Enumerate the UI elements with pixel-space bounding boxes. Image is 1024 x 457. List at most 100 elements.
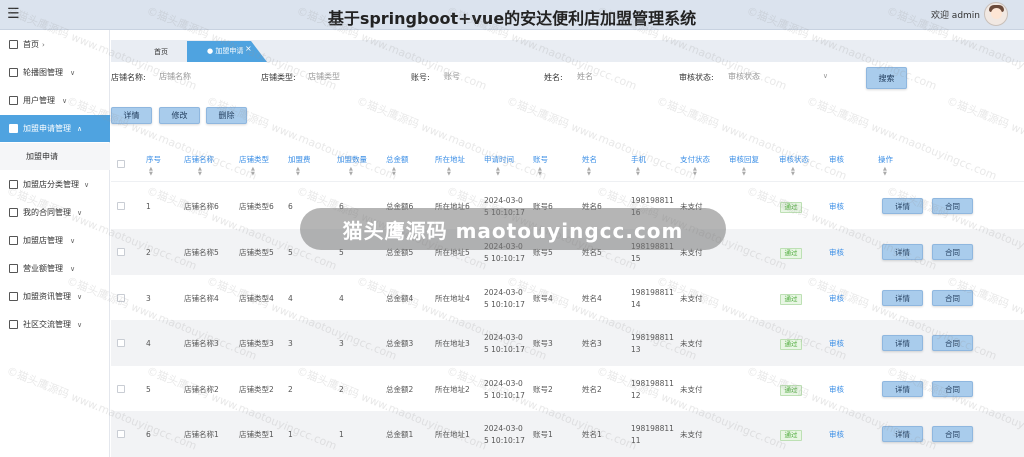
row-detail-button[interactable]: 详情 — [882, 381, 923, 397]
col-fee[interactable]: 加盟费 — [288, 155, 311, 165]
table-row[interactable]: 5 店铺名称2 店铺类型2 2 2 总金额2 所在地址2 2024-03-0 5 10:10:1… — [111, 366, 1024, 412]
table-row[interactable]: 4 店铺名称3 店铺类型3 3 3 总金额3 所在地址3 2024-03-0 5 10:10:1… — [111, 320, 1024, 366]
store-name-input[interactable] — [159, 68, 259, 85]
sidebar-item-revenue[interactable]: 营业额管理 ∨ — [0, 255, 110, 282]
status-select[interactable]: 审核状态 ∨ — [728, 68, 830, 85]
row-detail-button[interactable]: 详情 — [882, 198, 923, 214]
sidebar-item-community[interactable]: 社区交流管理 ∨ — [0, 311, 110, 338]
sidebar: 首页 › 轮播图管理 ∨ 用户管理 ∨ 加盟申请管理 ∧ 加盟申请 加盟店分类管理 ∨ 我… — [0, 30, 110, 457]
sort-icon[interactable]: ▲ ▼ — [149, 167, 153, 177]
delete-button[interactable]: 删除 — [206, 107, 247, 124]
cell-apply-time: 5 10:10:17 — [484, 345, 525, 354]
cell-total: 总金额1 — [386, 430, 414, 439]
row-contract-button[interactable]: 合同 — [932, 381, 973, 397]
row-detail-button[interactable]: 详情 — [882, 426, 923, 442]
sort-icon[interactable]: ▲ ▼ — [496, 167, 500, 177]
sidebar-item-contracts[interactable]: 我的合同管理 ∨ — [0, 199, 110, 226]
chevron-down-icon: ∨ — [70, 264, 76, 273]
col-no[interactable]: 序号 — [146, 155, 161, 165]
detail-button[interactable]: 详情 — [111, 107, 152, 124]
cell-account: 账号2 — [533, 385, 553, 394]
cell-account: 账号3 — [533, 339, 553, 348]
select-all-checkbox[interactable] — [117, 160, 125, 168]
row-contract-button[interactable]: 合同 — [932, 290, 973, 306]
col-name[interactable]: 姓名 — [582, 155, 597, 165]
row-contract-button[interactable]: 合同 — [932, 198, 973, 214]
cell-phone: 11 — [631, 436, 641, 445]
sort-icon[interactable]: ▲ ▼ — [296, 167, 300, 177]
app-title: 基于springboot+vue的安达便利店加盟管理系统 — [327, 9, 697, 28]
sidebar-item-stores[interactable]: 加盟店管理 ∨ — [0, 227, 110, 254]
col-phone[interactable]: 手机 — [631, 155, 646, 165]
sort-icon[interactable]: ▲ ▼ — [742, 167, 746, 177]
table-row[interactable]: 3 店铺名称4 店铺类型4 4 4 总金额4 所在地址4 2024-03-0 5 10:10:1… — [111, 275, 1024, 321]
sidebar-item-news[interactable]: 加盟资讯管理 ∨ — [0, 283, 110, 310]
row-detail-button[interactable]: 详情 — [882, 335, 923, 351]
cell-address: 所在地址4 — [435, 294, 470, 303]
row-detail-button[interactable]: 详情 — [882, 290, 923, 306]
row-checkbox[interactable] — [117, 385, 125, 393]
row-checkbox[interactable] — [117, 430, 125, 438]
sort-icon[interactable]: ▲ ▼ — [349, 167, 353, 177]
row-detail-button[interactable]: 详情 — [882, 244, 923, 260]
review-link[interactable]: 审核 — [829, 338, 844, 349]
review-link[interactable]: 审核 — [829, 201, 844, 212]
col-review-reply[interactable]: 审核回复 — [729, 155, 759, 165]
row-checkbox[interactable] — [117, 248, 125, 256]
review-link[interactable]: 审核 — [829, 384, 844, 395]
sort-icon[interactable]: ▲ ▼ — [251, 167, 255, 177]
store-type-input[interactable] — [308, 68, 408, 85]
review-link[interactable]: 审核 — [829, 429, 844, 440]
sort-icon[interactable]: ▲ ▼ — [791, 167, 795, 177]
cell-apply-time: 5 10:10:17 — [484, 391, 525, 400]
sort-icon[interactable]: ▲ ▼ — [392, 167, 396, 177]
col-address[interactable]: 所在地址 — [435, 155, 465, 165]
row-contract-button[interactable]: 合同 — [932, 426, 973, 442]
review-link[interactable]: 审核 — [829, 293, 844, 304]
row-contract-button[interactable]: 合同 — [932, 335, 973, 351]
sidebar-item-carousel[interactable]: 轮播图管理 ∨ — [0, 59, 110, 86]
review-link[interactable]: 审核 — [829, 247, 844, 258]
tab-home[interactable]: 首页 — [154, 47, 168, 57]
row-checkbox[interactable] — [117, 202, 125, 210]
cell-phone: 15 — [631, 254, 641, 263]
cell-apply-time: 5 10:10:17 — [484, 254, 525, 263]
sidebar-item-users[interactable]: 用户管理 ∨ — [0, 87, 110, 114]
chevron-right-icon: › — [42, 40, 45, 49]
sort-icon[interactable]: ▲ ▼ — [693, 167, 697, 177]
search-button[interactable]: 搜索 — [866, 67, 907, 89]
row-checkbox[interactable] — [117, 339, 125, 347]
sort-icon[interactable]: ▲ ▼ — [883, 167, 887, 177]
col-apply-time[interactable]: 申请时间 — [484, 155, 514, 165]
cell-fee: 1 — [288, 430, 293, 439]
col-pay-status[interactable]: 支付状态 — [680, 155, 710, 165]
account-input[interactable] — [444, 68, 544, 85]
sort-icon[interactable]: ▲ ▼ — [636, 167, 640, 177]
edit-button[interactable]: 修改 — [159, 107, 200, 124]
col-total[interactable]: 总金额 — [386, 155, 409, 165]
avatar[interactable] — [984, 2, 1008, 26]
sidebar-item-franchise-apply[interactable]: 加盟申请管理 ∧ — [0, 115, 110, 142]
col-store-name[interactable]: 店铺名称 — [184, 155, 214, 165]
sort-icon[interactable]: ▲ ▼ — [538, 167, 542, 177]
cell-store-name: 店铺名称4 — [184, 294, 219, 303]
cell-store-type: 店铺类型3 — [239, 339, 274, 348]
row-checkbox[interactable] — [117, 294, 125, 302]
col-qty[interactable]: 加盟数量 — [337, 155, 367, 165]
sidebar-subitem-franchise-apply[interactable]: 加盟申请 — [0, 143, 110, 170]
row-contract-button[interactable]: 合同 — [932, 244, 973, 260]
col-store-type[interactable]: 店铺类型 — [239, 155, 269, 165]
table-header: 序号 ▲ ▼ 店铺名称 ▲ ▼ 店铺类型 ▲ ▼ 加盟费 ▲ ▼ 加盟数量 ▲ ▼ 总金额 ▲ ▼ 所在… — [111, 148, 1024, 182]
sidebar-item-store-category[interactable]: 加盟店分类管理 ∨ — [0, 171, 110, 198]
col-review-status[interactable]: 审核状态 — [779, 155, 809, 165]
sort-icon[interactable]: ▲ ▼ — [587, 167, 591, 177]
col-account[interactable]: 账号 — [533, 155, 548, 165]
table-row[interactable]: 6 店铺名称1 店铺类型1 1 1 总金额1 所在地址1 2024-03-0 5 10:10:1… — [111, 411, 1024, 457]
sort-icon[interactable]: ▲ ▼ — [447, 167, 451, 177]
cell-qty: 3 — [339, 339, 344, 348]
sort-icon[interactable]: ▲ ▼ — [198, 167, 202, 177]
close-icon[interactable]: × — [245, 44, 252, 53]
cell-name: 姓名4 — [582, 294, 602, 303]
name-input[interactable] — [577, 68, 677, 85]
sidebar-item-home[interactable]: 首页 › — [0, 31, 110, 58]
